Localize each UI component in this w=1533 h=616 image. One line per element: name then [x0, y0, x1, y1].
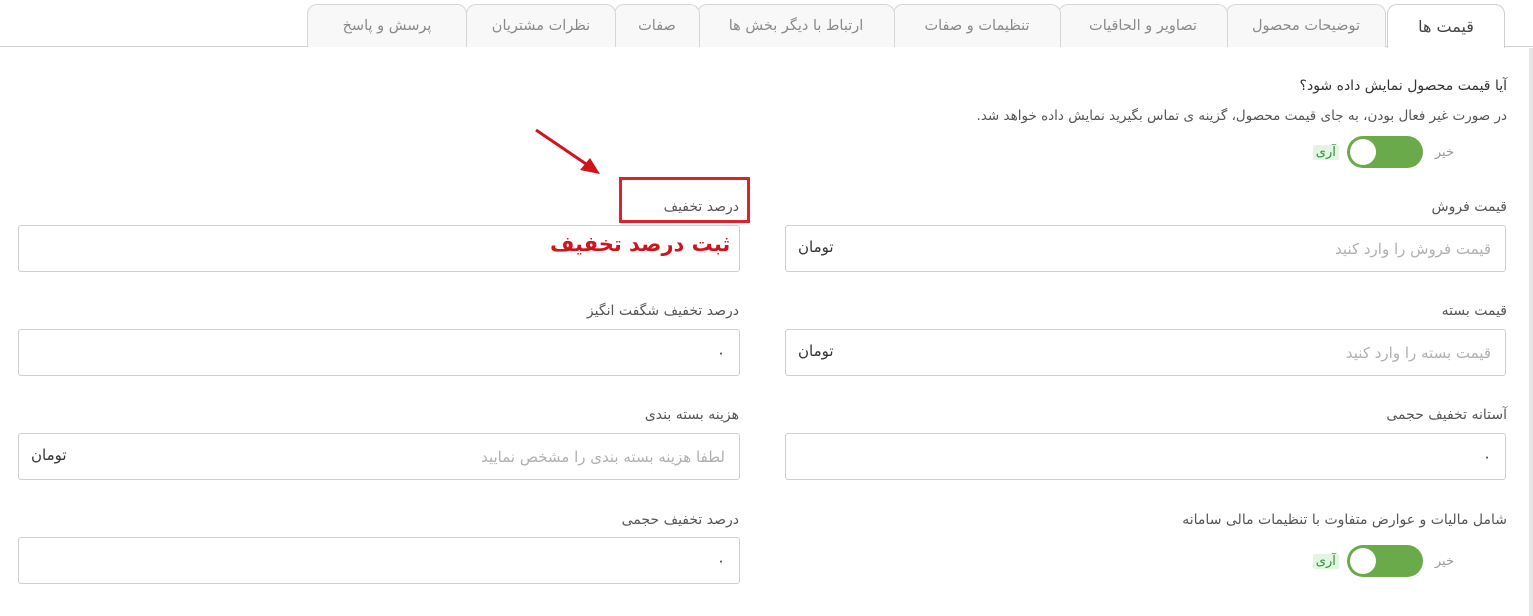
- volume-threshold-input[interactable]: ۰: [785, 433, 1506, 480]
- sale-price-unit: تومان: [798, 238, 834, 256]
- package-price-unit: تومان: [798, 342, 834, 360]
- package-price-input[interactable]: قیمت بسته را وارد کنید تومان: [785, 329, 1506, 376]
- show-price-help: در صورت غیر فعال بودن، به جای قیمت محصول…: [976, 108, 1507, 124]
- annotation-arrow-icon: [535, 128, 600, 174]
- amazing-discount-input[interactable]: ۰: [18, 329, 740, 376]
- packaging-cost-input[interactable]: لطفا هزینه بسته بندی را مشخص نمایید توما…: [18, 433, 740, 480]
- volume-threshold-value: ۰: [1482, 448, 1491, 466]
- tab-attributes[interactable]: صفات: [614, 4, 700, 47]
- annotation-text: ثبت درصد تخفیف: [550, 232, 731, 256]
- tax-label: شامل مالیات و عوارض متفاوت با تنظیمات ما…: [1182, 512, 1507, 528]
- tab-prices[interactable]: قیمت ها: [1387, 4, 1505, 48]
- package-price-placeholder: قیمت بسته را وارد کنید: [1345, 344, 1491, 362]
- toggle-knob: [1349, 139, 1376, 165]
- annotation-highlight-box: [619, 177, 750, 223]
- sale-price-input[interactable]: قیمت فروش را وارد کنید تومان: [785, 225, 1506, 272]
- volume-discount-input[interactable]: ۰: [18, 537, 740, 584]
- scrollbar-track[interactable]: [1529, 48, 1533, 616]
- toggle-yes-label: آری: [1312, 144, 1339, 160]
- tabs-bar: قیمت ها توضیحات محصول تصاویر و الحاقیات …: [0, 0, 1533, 48]
- packaging-cost-label: هزینه بسته بندی: [644, 407, 739, 423]
- sale-price-label: قیمت فروش: [1431, 199, 1507, 215]
- volume-discount-value: ۰: [716, 552, 725, 570]
- volume-threshold-label: آستانه تخفیف حجمی: [1386, 407, 1507, 423]
- tax-toggle-no-label: خیر: [1434, 553, 1454, 569]
- tab-settings-attributes[interactable]: تنظیمات و صفات: [893, 4, 1061, 47]
- tab-questions-answers[interactable]: پرسش و پاسخ: [307, 4, 467, 47]
- tax-toggle[interactable]: [1346, 545, 1423, 577]
- sale-price-placeholder: قیمت فروش را وارد کنید: [1335, 240, 1491, 258]
- tab-customer-reviews[interactable]: نظرات مشتریان: [466, 4, 616, 47]
- volume-discount-label: درصد تخفیف حجمی: [621, 512, 739, 528]
- toggle-no-label: خیر: [1434, 144, 1454, 160]
- tab-product-description[interactable]: توضیحات محصول: [1226, 4, 1386, 47]
- tax-toggle-group: آری خیر: [1312, 545, 1454, 577]
- tax-toggle-yes-label: آری: [1312, 553, 1339, 569]
- packaging-cost-unit: تومان: [31, 446, 67, 464]
- tab-images-attachments[interactable]: تصاویر و الحاقیات: [1058, 4, 1228, 47]
- show-price-toggle-group: آری خیر: [1312, 136, 1454, 168]
- amazing-discount-value: ۰: [716, 344, 725, 362]
- tab-related-sections[interactable]: ارتباط با دیگر بخش ها: [697, 4, 895, 47]
- package-price-label: قیمت بسته: [1441, 303, 1507, 319]
- show-price-question: آیا قیمت محصول نمایش داده شود؟: [1299, 78, 1507, 94]
- amazing-discount-label: درصد تخفیف شگفت انگیز: [586, 303, 739, 319]
- tax-toggle-knob: [1349, 548, 1376, 574]
- packaging-cost-placeholder: لطفا هزینه بسته بندی را مشخص نمایید: [481, 448, 725, 466]
- show-price-toggle[interactable]: [1346, 136, 1423, 168]
